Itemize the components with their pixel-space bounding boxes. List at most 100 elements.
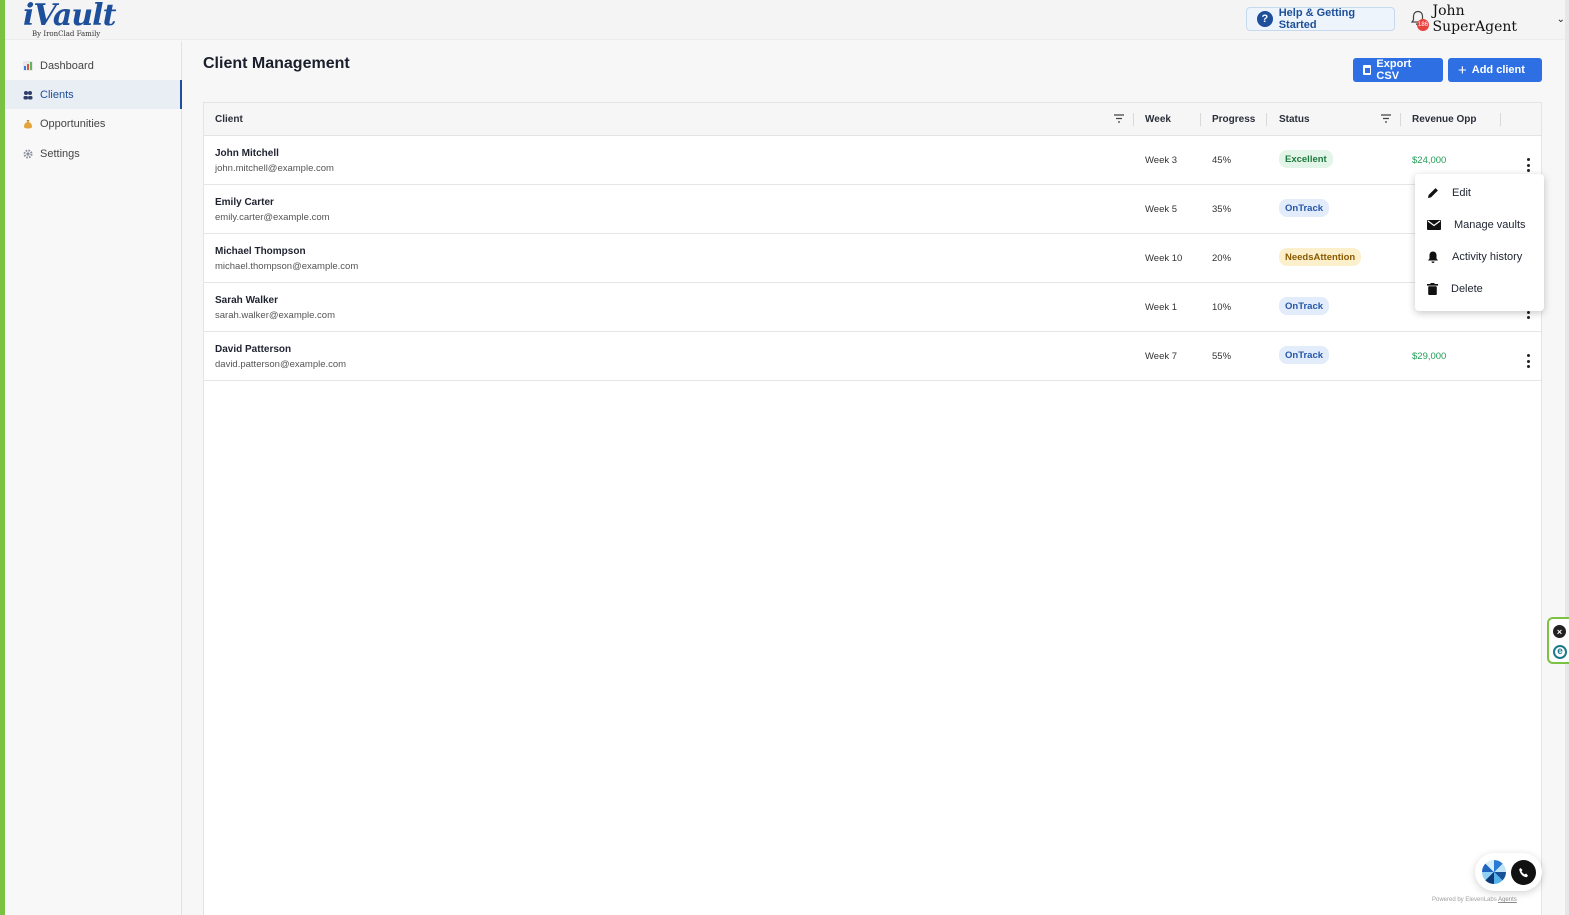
column-header-revenue-opp[interactable]: Revenue Opp — [1412, 103, 1476, 136]
powered-by-text: Powered by ElevenLabs Agents — [1432, 897, 1517, 903]
column-separator[interactable] — [1500, 113, 1501, 126]
pencil-icon — [1428, 188, 1438, 198]
client-name: Sarah Walker — [215, 295, 278, 306]
plus-icon: + — [1458, 61, 1467, 79]
sidebar-item-clients[interactable]: Clients — [5, 80, 182, 109]
column-separator[interactable] — [1266, 113, 1267, 126]
filter-icon[interactable] — [1381, 114, 1391, 123]
menu-item-label: Activity history — [1452, 251, 1523, 263]
money-bag-icon — [23, 119, 33, 129]
envelope-icon — [1427, 220, 1441, 230]
export-label: Export CSV — [1376, 58, 1412, 82]
menu-item-label: Manage vaults — [1454, 219, 1526, 231]
column-header-client[interactable]: Client — [215, 103, 243, 136]
client-email: michael.thompson@example.com — [215, 261, 359, 272]
window-right-edge — [1565, 0, 1569, 915]
table-header: Client Week Progress Status Revenue Opp — [204, 103, 1541, 136]
table-row[interactable]: John Mitchell john.mitchell@example.com … — [204, 136, 1541, 185]
client-week: Week 1 — [1145, 302, 1178, 313]
help-getting-started-button[interactable]: ? Help & Getting Started — [1246, 7, 1395, 31]
filter-icon[interactable] — [1114, 114, 1124, 123]
status-badge: Excellent — [1279, 150, 1333, 168]
client-week: Week 10 — [1145, 253, 1183, 264]
sidebar-item-label: Settings — [40, 147, 80, 160]
client-email: david.patterson@example.com — [215, 359, 347, 370]
revenue-opp: $29,000 — [1412, 351, 1447, 362]
client-email: emily.carter@example.com — [215, 212, 330, 223]
phone-icon — [1518, 867, 1528, 877]
extension-e-icon[interactable]: e — [1553, 645, 1567, 659]
client-progress: 10% — [1212, 302, 1232, 313]
sidebar-item-label: Opportunities — [40, 117, 106, 130]
client-name: Emily Carter — [215, 197, 274, 208]
status-badge: OnTrack — [1279, 199, 1330, 217]
table-row[interactable]: Sarah Walker sarah.walker@example.com We… — [204, 283, 1541, 332]
menu-item-activity-history[interactable]: Activity history — [1415, 241, 1544, 273]
row-actions-button[interactable] — [1523, 158, 1533, 172]
page-title: Client Management — [203, 55, 350, 72]
status-badge: OnTrack — [1279, 346, 1330, 364]
logo-subtitle: By IronClad Family — [32, 30, 101, 38]
user-name: John SuperAgent — [1432, 3, 1518, 35]
revenue-opp: $24,000 — [1412, 155, 1447, 166]
extension-side-widget: × e — [1547, 617, 1569, 664]
column-header-week[interactable]: Week — [1145, 103, 1171, 136]
client-name: John Mitchell — [215, 148, 279, 159]
bell-icon — [1428, 251, 1438, 263]
column-separator[interactable] — [1200, 113, 1201, 126]
add-client-label: Add client — [1471, 64, 1525, 76]
powered-by-link[interactable]: Agents — [1498, 897, 1517, 903]
csv-file-icon — [1363, 65, 1372, 75]
client-name: Michael Thompson — [215, 246, 306, 257]
add-client-button[interactable]: + Add client — [1448, 58, 1542, 82]
row-actions-menu: Edit Manage vaults Activity history Dele… — [1415, 174, 1544, 311]
sidebar-item-settings[interactable]: Settings — [5, 139, 182, 168]
client-progress: 55% — [1212, 351, 1232, 362]
agent-orb-icon[interactable] — [1482, 860, 1506, 884]
clients-table: Client Week Progress Status Revenue Opp … — [203, 102, 1542, 915]
notifications-button[interactable]: 186 — [1409, 8, 1429, 31]
column-separator[interactable] — [1400, 113, 1401, 126]
table-row[interactable]: Emily Carter emily.carter@example.com We… — [204, 185, 1541, 234]
powered-by-label: Powered by ElevenLabs — [1432, 897, 1497, 903]
status-badge: OnTrack — [1279, 297, 1330, 315]
column-separator[interactable] — [1133, 113, 1134, 126]
question-icon: ? — [1257, 11, 1273, 27]
client-progress: 35% — [1212, 204, 1232, 215]
logo-text: iVault — [23, 0, 116, 33]
menu-item-label: Delete — [1451, 283, 1483, 295]
status-badge: NeedsAttention — [1279, 248, 1362, 266]
close-icon[interactable]: × — [1553, 625, 1566, 638]
chevron-down-icon: ⌄ — [1556, 13, 1565, 25]
client-week: Week 7 — [1145, 351, 1178, 362]
sidebar: Dashboard Clients Opportunities Settings — [5, 41, 182, 915]
client-week: Week 5 — [1145, 204, 1178, 215]
menu-item-manage-vaults[interactable]: Manage vaults — [1415, 209, 1544, 241]
top-header: iVault By IronClad Family ? Help & Getti… — [5, 0, 1565, 40]
sidebar-item-opportunities[interactable]: Opportunities — [5, 109, 182, 138]
call-button[interactable] — [1511, 860, 1536, 885]
sidebar-item-label: Clients — [40, 88, 74, 101]
notification-count-badge: 186 — [1417, 19, 1429, 31]
table-row[interactable]: Michael Thompson michael.thompson@exampl… — [204, 234, 1541, 283]
client-progress: 45% — [1212, 155, 1232, 166]
user-menu[interactable]: 186 John SuperAgent ⌄ — [1409, 3, 1565, 35]
ivault-logo[interactable]: iVault By IronClad Family — [23, 0, 123, 40]
trash-icon — [1427, 283, 1438, 295]
client-email: john.mitchell@example.com — [215, 163, 334, 174]
menu-item-delete[interactable]: Delete — [1415, 273, 1544, 305]
help-label: Help & Getting Started — [1278, 7, 1356, 31]
menu-item-edit[interactable]: Edit — [1415, 177, 1544, 209]
row-actions-button[interactable] — [1523, 354, 1533, 368]
chart-icon — [23, 60, 33, 71]
sidebar-item-dashboard[interactable]: Dashboard — [5, 51, 182, 80]
client-week: Week 3 — [1145, 155, 1178, 166]
client-progress: 20% — [1212, 253, 1232, 264]
table-row[interactable]: David Patterson david.patterson@example.… — [204, 332, 1541, 381]
column-header-progress[interactable]: Progress — [1212, 103, 1255, 136]
export-csv-button[interactable]: Export CSV — [1353, 58, 1443, 82]
users-icon — [23, 90, 33, 100]
menu-item-label: Edit — [1452, 187, 1471, 199]
column-header-status[interactable]: Status — [1279, 103, 1310, 136]
voice-agent-widget — [1475, 853, 1542, 891]
